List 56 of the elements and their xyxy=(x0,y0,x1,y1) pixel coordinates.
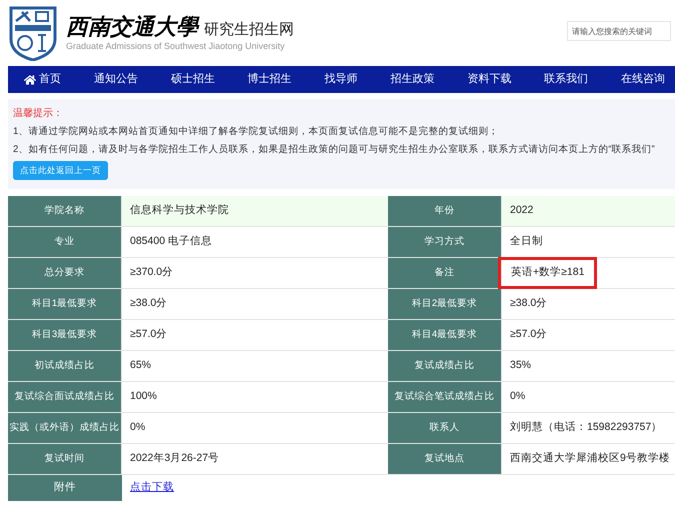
field-label: 实践（或外语）成绩占比 xyxy=(8,413,122,443)
field-label: 备注 xyxy=(388,258,502,288)
field-label: 专业 xyxy=(8,227,122,257)
notice-text: 1、请通过学院网站或本网站首页通知中详细了解各学院复试细则，本页面复试信息可能不是完整的复试细则； xyxy=(13,125,500,138)
field-label: 复试综合面试成绩占比 xyxy=(8,382,122,412)
field-label: 学习方式 xyxy=(388,227,502,257)
university-logo-icon xyxy=(8,5,58,61)
field-label: 年份 xyxy=(388,196,502,226)
field-value: 0% xyxy=(130,420,146,436)
search-field[interactable]: 请输入您搜索的关键词 xyxy=(567,21,671,41)
field-label: 科目3最低要求 xyxy=(8,320,122,350)
field-value: 英语+数学≥181 xyxy=(498,257,598,289)
nav-link[interactable]: 找导师 xyxy=(324,71,358,88)
field-label: 复试成绩占比 xyxy=(388,351,502,381)
home-icon xyxy=(24,74,36,86)
field-label: 科目4最低要求 xyxy=(388,320,502,350)
field-value: 西南交通大学犀浦校区9号教学楼 xyxy=(510,451,670,466)
site-subtitle: Graduate Admissions of Southwest Jiaotong University xyxy=(66,40,286,52)
nav-link[interactable]: 通知公告 xyxy=(94,71,138,88)
site-name: 研究生招生网 xyxy=(204,20,294,40)
field-label: 学院名称 xyxy=(8,196,122,226)
notice-title: 温馨提示： xyxy=(13,107,64,120)
field-value: 085400 电子信息 xyxy=(130,234,212,250)
field-value: ≥370.0分 xyxy=(130,265,174,280)
download-link[interactable]: 点击下载 xyxy=(130,480,174,496)
field-value: 0% xyxy=(510,389,526,404)
field-label: 科目2最低要求 xyxy=(388,289,502,319)
nav-link[interactable]: 硕士招生 xyxy=(170,71,215,88)
home-link[interactable]: 首页 xyxy=(24,71,61,88)
notice-text: 2、如有任何问题，请及时与各学院招生工作人员联系，如果是招生政策的问题可与研究生招生办公室联系，联系方式请访问本页上方的“联系我们” xyxy=(13,143,656,156)
field-label: 初试成绩占比 xyxy=(8,351,122,381)
field-label: 附件 xyxy=(8,475,122,501)
nav-link[interactable]: 联系我们 xyxy=(544,71,588,88)
nav-link[interactable]: 招生政策 xyxy=(390,71,434,88)
field-value: 100% xyxy=(130,389,157,404)
field-value: ≥57.0分 xyxy=(510,327,548,342)
field-value: 信息科学与技术学院 xyxy=(130,203,229,218)
field-value: ≥38.0分 xyxy=(130,296,168,312)
field-label: 联系人 xyxy=(388,413,502,443)
nav-link[interactable]: 资料下载 xyxy=(467,71,512,88)
field-label: 科目1最低要求 xyxy=(8,289,122,319)
field-label: 总分要求 xyxy=(8,258,122,288)
field-value: 刘明慧（电话：15982293757） xyxy=(510,420,662,436)
field-value: 65% xyxy=(130,358,152,374)
field-value: 全日制 xyxy=(510,234,543,250)
field-label: 复试地点 xyxy=(388,444,502,474)
field-value: 2022年3月26-27号 xyxy=(130,451,220,466)
field-value: 35% xyxy=(510,358,532,374)
field-value: ≥57.0分 xyxy=(130,327,168,342)
field-label: 复试时间 xyxy=(8,444,122,474)
field-label: 复试综合笔试成绩占比 xyxy=(388,382,502,412)
university-name: 西南交通大學 xyxy=(66,14,198,40)
nav-link[interactable]: 博士招生 xyxy=(248,71,292,88)
field-value: ≥38.0分 xyxy=(510,296,548,312)
field-value: 2022 xyxy=(510,203,534,218)
nav-link[interactable]: 在线咨询 xyxy=(621,71,665,88)
